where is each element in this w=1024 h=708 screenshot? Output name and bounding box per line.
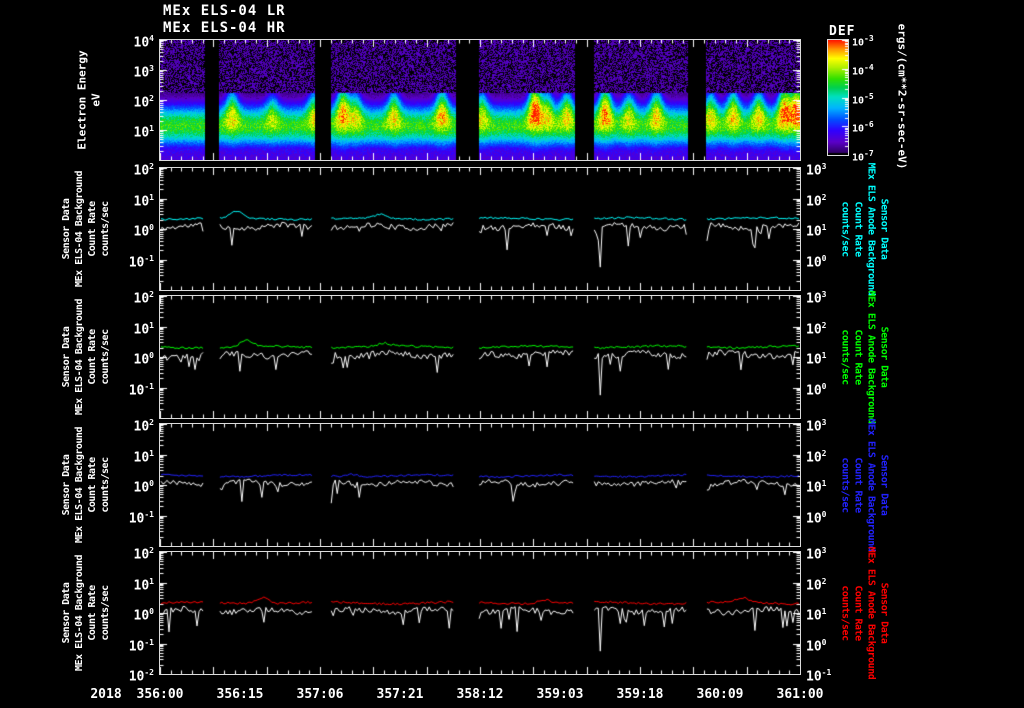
panel-right-axis-label: Sensor Data MEx ELS Anode Background Cou…: [839, 546, 889, 680]
panel-left-axis-label-wrap: Sensor Data MEx ELS-04 Background Count …: [34, 552, 138, 674]
spectrogram-canvas: [159, 39, 801, 161]
colorbar-gradient-canvas: [827, 39, 849, 156]
spectrogram-y-axis-label: Electron Energy eV: [76, 50, 103, 150]
x-axis-time-label: 359:03: [536, 687, 584, 702]
colorbar-tick-label: 10-6: [852, 120, 874, 135]
x-axis-time-label: 357:06: [296, 687, 344, 702]
line-panel-canvas-2: [159, 295, 801, 419]
panel-left-axis-label: Sensor Data MEx ELS-04 Background Count …: [61, 171, 111, 287]
colorbar-tick-label: 10-5: [852, 91, 874, 106]
plot-title-hr: MEx ELS-04 HR: [163, 20, 286, 36]
x-axis-time-label: 358:12: [456, 687, 504, 702]
panel-left-axis-label: Sensor Data MEx ELS-04 Background Count …: [61, 555, 111, 671]
panel-right-axis-label-wrap: Sensor Data MEx ELS Anode Background Cou…: [826, 419, 902, 552]
panel-left-axis-label-wrap: Sensor Data MEx ELS-04 Background Count …: [34, 168, 138, 290]
panel-right-axis-label: Sensor Data MEx ELS Anode Background Cou…: [839, 162, 889, 296]
plot-title-lr: MEx ELS-04 LR: [163, 3, 286, 19]
x-axis-time-label: 360:09: [696, 687, 744, 702]
colorbar-unit-wrap: ergs/(cm**2-sr-sec-eV): [876, 23, 928, 169]
x-axis-time-label: 361:00: [776, 687, 824, 702]
spectrogram-y-axis-label-wrap: Electron Energy eV: [52, 40, 128, 160]
x-axis-time-label: 356:00: [136, 687, 184, 702]
panel-left-axis-label: Sensor Data MEx ELS-04 Background Count …: [61, 299, 111, 415]
line-panel-canvas-1: [159, 167, 801, 291]
x-axis-time-label: 359:18: [616, 687, 664, 702]
line-panel-canvas-3: [159, 423, 801, 547]
panel-right-axis-label-wrap: Sensor Data MEx ELS Anode Background Cou…: [826, 547, 902, 680]
x-axis-time-label: 356:15: [216, 687, 264, 702]
colorbar-unit-label: ergs/(cm**2-sr-sec-eV): [895, 23, 909, 169]
panel-right-axis-label-wrap: Sensor Data MEx ELS Anode Background Cou…: [826, 291, 902, 424]
panel-left-axis-label-wrap: Sensor Data MEx ELS-04 Background Count …: [34, 296, 138, 418]
colorbar-tick-label: 10-4: [852, 62, 874, 78]
panel-right-axis-label: Sensor Data MEx ELS Anode Background Cou…: [839, 290, 889, 424]
panel-left-axis-label-wrap: Sensor Data MEx ELS-04 Background Count …: [34, 424, 138, 546]
panel-right-axis-label-wrap: Sensor Data MEx ELS Anode Background Cou…: [826, 163, 902, 296]
line-panel-canvas-4: [159, 551, 801, 675]
plot-page: { "header": { "title_lr": "MEx ELS-04 LR…: [0, 0, 1024, 708]
panel-left-axis-label: Sensor Data MEx ELS-04 Background Count …: [61, 427, 111, 543]
x-axis-time-label: 357:21: [376, 687, 424, 702]
colorbar-tick-label: 10-3: [852, 34, 874, 49]
panel-right-axis-label: Sensor Data MEx ELS Anode Background Cou…: [839, 418, 889, 552]
